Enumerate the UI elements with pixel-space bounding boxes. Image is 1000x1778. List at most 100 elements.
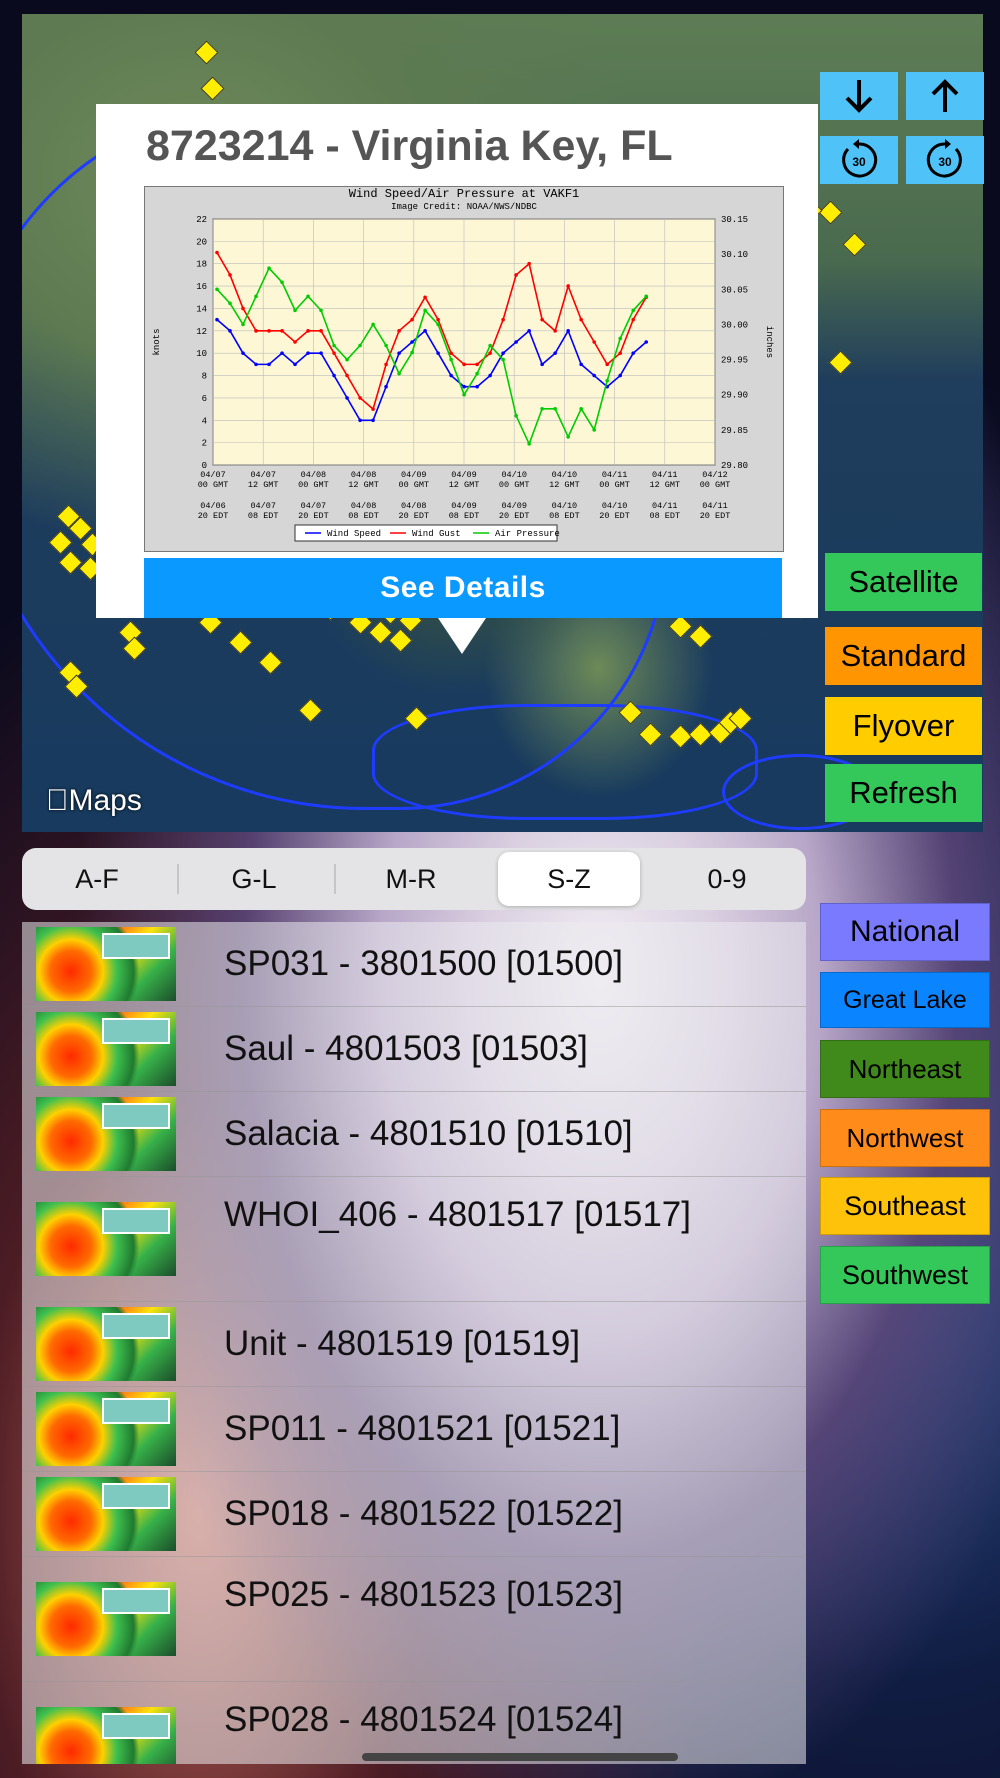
data-point bbox=[280, 351, 284, 355]
data-point bbox=[319, 351, 323, 355]
data-point bbox=[540, 362, 544, 367]
list-item[interactable]: SP025 - 4801523 [01523] bbox=[22, 1557, 806, 1682]
list-item[interactable]: SP028 - 4801524 [01524] bbox=[22, 1682, 806, 1764]
region-northwest[interactable]: Northwest bbox=[820, 1109, 990, 1167]
data-point bbox=[280, 329, 284, 333]
segment-m-r[interactable]: M-R bbox=[340, 852, 482, 906]
satellite-button[interactable]: Satellite bbox=[825, 553, 982, 611]
x-tick-time: 12 GMT bbox=[348, 480, 379, 490]
x-tick-date-edt: 04/08 bbox=[351, 501, 377, 511]
region-southwest[interactable]: Southwest bbox=[820, 1246, 990, 1304]
data-point bbox=[553, 351, 557, 355]
rewind-30-button[interactable]: 30 bbox=[820, 136, 898, 184]
list-item[interactable]: Salacia - 4801510 [01510] bbox=[22, 1092, 806, 1177]
data-point bbox=[566, 435, 570, 439]
region-great-lake[interactable]: Great Lake bbox=[820, 972, 990, 1028]
segment-divider bbox=[177, 864, 179, 894]
data-point bbox=[410, 340, 414, 344]
x-tick-time: 12 GMT bbox=[449, 480, 480, 490]
region-northeast[interactable]: Northeast bbox=[820, 1040, 990, 1098]
standard-button[interactable]: Standard bbox=[825, 627, 982, 685]
data-point bbox=[618, 351, 622, 355]
data-point bbox=[631, 308, 636, 313]
x-tick-time-edt: 20 EDT bbox=[298, 511, 329, 521]
segment-g-l[interactable]: G-L bbox=[183, 852, 325, 906]
segment-s-z[interactable]: S-Z bbox=[498, 852, 640, 906]
station-marker[interactable] bbox=[200, 76, 225, 101]
alphabet-segmented-control: A-F G-L M-R S-Z 0-9 bbox=[22, 848, 806, 910]
list-item[interactable]: Unit - 4801519 [01519] bbox=[22, 1302, 806, 1387]
rewind-30-text: 30 bbox=[852, 155, 866, 169]
y-tick-label: 20 bbox=[196, 237, 207, 247]
popup-pointer bbox=[438, 618, 486, 654]
x-tick-date: 04/08 bbox=[351, 470, 377, 480]
segment-0-9[interactable]: 0-9 bbox=[656, 852, 798, 906]
hurricane-thumbnail bbox=[36, 1307, 176, 1381]
y-tick-label: 14 bbox=[196, 304, 207, 314]
data-point bbox=[332, 373, 336, 378]
list-item[interactable]: Saul - 4801503 [01503] bbox=[22, 1007, 806, 1092]
station-label: Salacia - 4801510 [01510] bbox=[224, 1114, 633, 1153]
legend-label: Air Pressure bbox=[495, 529, 560, 539]
data-point bbox=[631, 317, 636, 322]
forward-30-button[interactable]: 30 bbox=[906, 136, 984, 184]
legend-label: Wind Gust bbox=[412, 529, 461, 539]
data-point bbox=[384, 362, 388, 367]
refresh-button[interactable]: Refresh bbox=[825, 764, 982, 822]
data-point bbox=[293, 308, 297, 313]
y2-tick-label: 30.10 bbox=[721, 250, 748, 260]
data-point bbox=[423, 329, 427, 333]
hurricane-thumbnail bbox=[36, 1392, 176, 1466]
list-item[interactable]: SP018 - 4801522 [01522] bbox=[22, 1472, 806, 1557]
y-tick-label: 10 bbox=[196, 349, 207, 359]
station-marker[interactable] bbox=[828, 350, 853, 375]
data-point bbox=[514, 273, 518, 277]
region-national[interactable]: National bbox=[820, 903, 990, 961]
down-arrow-icon bbox=[845, 80, 873, 113]
data-point bbox=[293, 340, 297, 344]
rewind-30-icon: 30 bbox=[842, 139, 878, 178]
station-list[interactable]: SP031 - 3801500 [01500] Saul - 4801503 [0… bbox=[22, 922, 806, 1764]
segment-a-f[interactable]: A-F bbox=[26, 852, 168, 906]
data-point bbox=[475, 384, 479, 389]
flyover-button[interactable]: Flyover bbox=[825, 697, 982, 755]
station-marker[interactable] bbox=[842, 232, 867, 257]
station-label: Unit - 4801519 [01519] bbox=[224, 1324, 581, 1363]
forward-30-icon: 30 bbox=[926, 139, 962, 178]
data-point bbox=[254, 294, 258, 299]
station-marker[interactable] bbox=[688, 624, 713, 649]
x-tick-time-edt: 08 EDT bbox=[649, 511, 680, 521]
y-tick-label: 16 bbox=[196, 282, 207, 292]
list-item[interactable]: SP031 - 3801500 [01500] bbox=[22, 922, 806, 1007]
hurricane-thumbnail bbox=[36, 1707, 176, 1764]
station-marker[interactable] bbox=[818, 200, 843, 225]
data-point bbox=[358, 396, 362, 400]
region-southeast[interactable]: Southeast bbox=[820, 1177, 990, 1235]
x-tick-date-edt: 04/09 bbox=[501, 501, 527, 511]
data-point bbox=[553, 329, 557, 333]
data-point bbox=[436, 317, 440, 322]
list-item[interactable]: WHOI_406 - 4801517 [01517] bbox=[22, 1177, 806, 1302]
forward-30-text: 30 bbox=[938, 155, 952, 169]
up-button[interactable] bbox=[906, 72, 984, 120]
x-tick-date-edt: 04/11 bbox=[652, 501, 678, 511]
data-point bbox=[254, 362, 258, 367]
down-button[interactable] bbox=[820, 72, 898, 120]
data-point bbox=[228, 301, 232, 306]
list-item[interactable]: SP011 - 4801521 [01521] bbox=[22, 1387, 806, 1472]
data-point bbox=[345, 357, 349, 362]
y-tick-label: 18 bbox=[196, 260, 207, 270]
data-point bbox=[267, 362, 271, 367]
station-marker[interactable] bbox=[194, 40, 219, 65]
x-tick-time-edt: 08 EDT bbox=[248, 511, 279, 521]
x-tick-time: 00 GMT bbox=[499, 480, 530, 490]
y2-tick-label: 30.00 bbox=[721, 320, 748, 330]
data-point bbox=[592, 428, 596, 432]
x-tick-date: 04/10 bbox=[552, 470, 578, 480]
data-point bbox=[384, 343, 388, 348]
popup-title: 8723214 - Virginia Key, FL bbox=[146, 122, 673, 170]
data-point bbox=[488, 351, 492, 355]
see-details-button[interactable]: See Details bbox=[144, 558, 782, 618]
y-tick-label: 8 bbox=[202, 372, 207, 382]
data-point bbox=[540, 317, 544, 322]
